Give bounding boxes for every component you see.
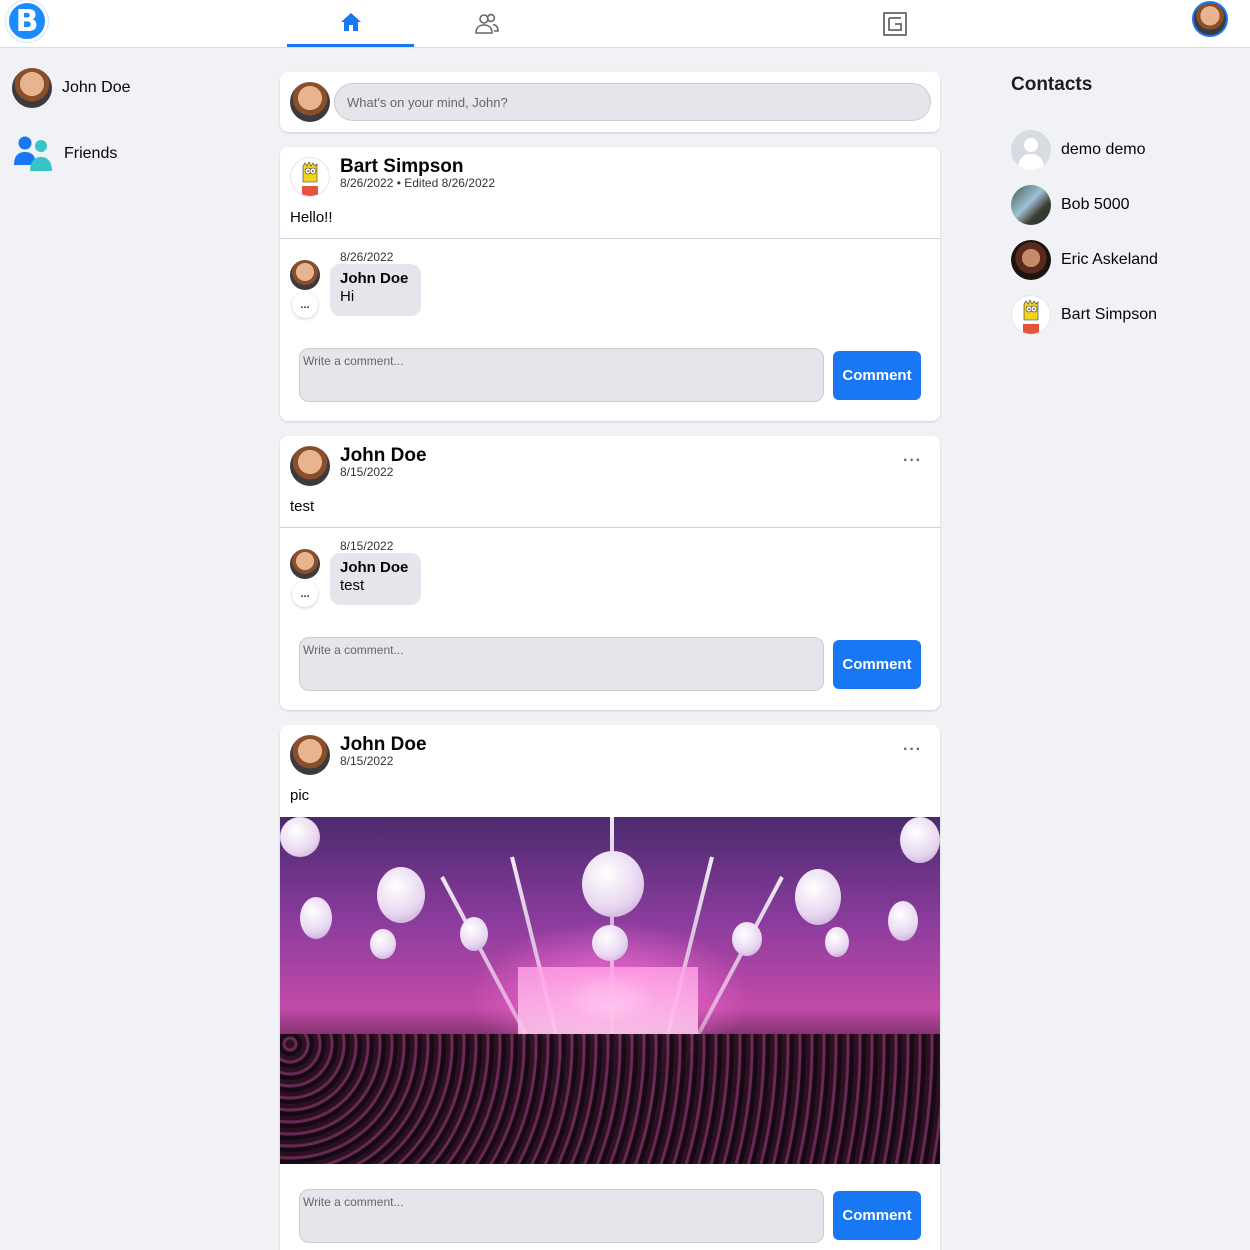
comment-date: 8/26/2022 [340,250,394,264]
comment-text: test [340,577,365,594]
divider [280,527,940,528]
comment-bubble: John Doe Hi [330,264,421,316]
avatar [1011,130,1051,170]
lantern [900,817,940,863]
comment-text: Hi [340,288,355,305]
avatar [12,68,52,108]
post-date: 8/26/2022 • Edited 8/26/2022 [340,176,495,190]
pages-icon [882,11,907,36]
avatar [290,260,320,290]
logo[interactable]: B [6,0,48,42]
avatar [1011,295,1051,335]
avatar[interactable] [290,157,330,197]
stage [518,967,698,1037]
comment-author[interactable]: John Doe [340,270,411,287]
crowd [280,1034,940,1164]
sidebar-item-friends[interactable]: Friends [12,133,117,175]
friends-icon [474,13,499,34]
lantern [370,929,396,959]
post-date: 8/15/2022 [340,465,394,479]
comment-button[interactable]: Comment [833,640,921,689]
post-author[interactable]: John Doe [340,735,427,755]
post-card: Bart Simpson 8/26/2022 • Edited 8/26/202… [280,147,940,421]
avatar[interactable] [290,735,330,775]
comment-more-button[interactable]: ... [292,292,318,318]
contact-name: Bob 5000 [1061,196,1130,213]
post-more-button[interactable]: ··· [903,452,922,470]
comment-date: 8/15/2022 [340,539,394,553]
comment-input[interactable]: Write a comment... [299,1189,824,1243]
post-header: Bart Simpson 8/26/2022 • Edited 8/26/202… [290,157,495,197]
bart-avatar-icon [302,161,318,196]
default-avatar-icon [1018,138,1044,170]
post-author[interactable]: John Doe [340,446,427,466]
comment-more-button[interactable]: ... [292,581,318,607]
divider [280,238,940,239]
account-avatar[interactable] [1192,1,1228,37]
post-header: John Doe 8/15/2022 [290,735,427,775]
contact-name: Eric Askeland [1061,251,1158,268]
nav-tab-friends[interactable] [423,0,550,47]
sidebar-item-profile[interactable]: John Doe [12,68,131,108]
nav-tab-pages[interactable] [831,0,958,47]
bart-avatar-icon [1023,299,1039,334]
lantern [732,922,762,956]
avatar [290,549,320,579]
comment-author[interactable]: John Doe [340,559,411,576]
create-post-card: What's on your mind, John? [280,72,940,132]
top-navigation-bar: B [0,0,1250,48]
sidebar-item-label: John Doe [62,79,131,96]
comment-button[interactable]: Comment [833,351,921,400]
home-icon [340,13,361,31]
contact-item[interactable]: Bob 5000 [1011,185,1130,225]
nav-tab-home[interactable] [287,0,414,47]
lantern [460,917,488,951]
contact-name: demo demo [1061,141,1146,158]
contact-name: Bart Simpson [1061,306,1158,323]
post-text: Hello!! [290,209,333,226]
comment-input[interactable]: Write a comment... [299,637,824,691]
lantern [888,901,918,941]
friends-icon [14,136,52,171]
avatar [290,82,330,122]
lantern [582,851,644,917]
post-text: pic [290,787,310,804]
lantern [280,817,320,857]
contacts-heading: Contacts [1011,74,1093,95]
lantern [592,925,628,961]
lantern [377,867,425,923]
avatar [1011,185,1051,225]
post-card: John Doe 8/15/2022 ··· test 8/15/2022 ..… [280,436,940,710]
post-author[interactable]: Bart Simpson [340,157,495,177]
comment-button[interactable]: Comment [833,1191,921,1240]
contact-item[interactable]: Eric Askeland [1011,240,1158,280]
post-card: John Doe 8/15/2022 ··· pic Write a comme… [280,725,940,1250]
contact-item[interactable]: Bart Simpson [1011,295,1157,335]
lantern [795,869,841,925]
sidebar-item-label: Friends [64,145,118,162]
lantern [300,897,332,939]
post-image[interactable] [280,817,940,1164]
lantern [825,927,849,957]
post-text: test [290,498,315,515]
post-more-button[interactable]: ··· [903,741,922,759]
contact-item[interactable]: demo demo [1011,130,1146,170]
comment-bubble: John Doe test [330,553,421,605]
create-post-input[interactable]: What's on your mind, John? [334,83,931,121]
post-header: John Doe 8/15/2022 [290,446,427,486]
avatar [1011,240,1051,280]
avatar[interactable] [290,446,330,486]
comment-input[interactable]: Write a comment... [299,348,824,402]
post-date: 8/15/2022 [340,754,394,768]
